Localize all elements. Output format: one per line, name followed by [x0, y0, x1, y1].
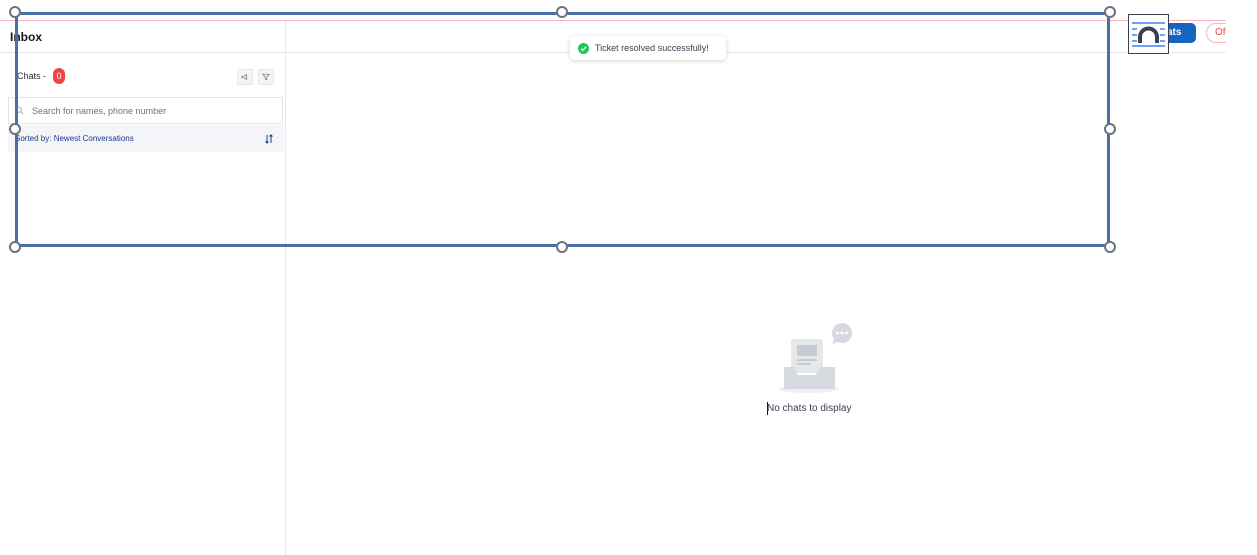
resize-handle-bottom-left[interactable] — [9, 241, 21, 253]
widget-icon — [1132, 22, 1165, 47]
empty-state-message: No chats to display — [767, 403, 852, 414]
viewport-edge — [1226, 0, 1257, 555]
resize-handle-bottom-center[interactable] — [556, 241, 568, 253]
chat-bubble-icon — [832, 323, 852, 345]
resize-handle-top-center[interactable] — [556, 6, 568, 18]
inbox-tray-icon — [779, 323, 852, 393]
selection-box[interactable] — [15, 12, 1110, 247]
resize-handle-middle-right[interactable] — [1104, 123, 1116, 135]
resize-handle-top-right[interactable] — [1104, 6, 1116, 18]
resize-handle-bottom-right[interactable] — [1104, 241, 1116, 253]
resize-handle-middle-left[interactable] — [9, 123, 21, 135]
widget-button[interactable] — [1128, 14, 1169, 54]
resize-handle-top-left[interactable] — [9, 6, 21, 18]
